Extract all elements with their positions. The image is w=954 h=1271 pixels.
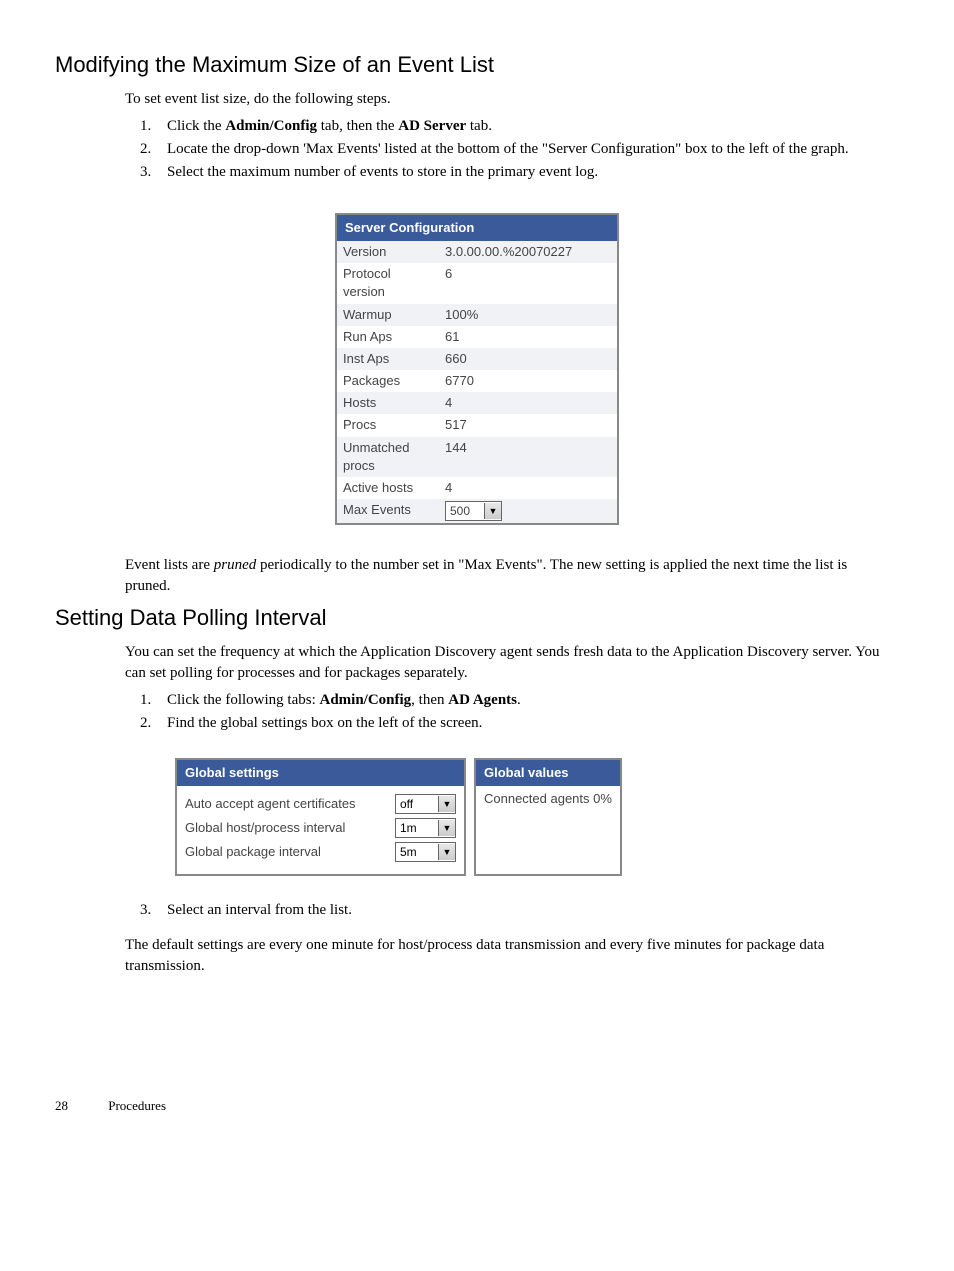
row-value: 61 bbox=[439, 326, 618, 348]
intro-text: To set event list size, do the following… bbox=[125, 89, 889, 110]
host-process-interval-dropdown[interactable]: 1m ▼ bbox=[395, 818, 456, 838]
steps-list-1: Click the Admin/Config tab, then the AD … bbox=[125, 116, 889, 183]
max-events-label: Max Events bbox=[336, 499, 439, 524]
row-value: 4 bbox=[439, 477, 618, 499]
steps-list-2: Click the following tabs: Admin/Config, … bbox=[125, 690, 889, 734]
panel-header: Global values bbox=[476, 760, 620, 786]
auto-accept-dropdown[interactable]: off ▼ bbox=[395, 794, 456, 814]
page-footer: 28 Procedures bbox=[55, 1097, 899, 1115]
chevron-down-icon[interactable]: ▼ bbox=[484, 503, 501, 519]
step-2b: Find the global settings box on the left… bbox=[155, 713, 889, 734]
row-value: 660 bbox=[439, 348, 618, 370]
dropdown-value: 1m bbox=[396, 820, 438, 837]
global-values-panel: Global values Connected agents 0% bbox=[474, 758, 622, 876]
page-number: 28 bbox=[55, 1097, 105, 1115]
row-label: Inst Aps bbox=[336, 348, 439, 370]
intro-text-2: You can set the frequency at which the A… bbox=[125, 642, 889, 684]
chevron-down-icon[interactable]: ▼ bbox=[438, 796, 455, 812]
setting-label: Global package interval bbox=[185, 843, 395, 861]
row-value: 4 bbox=[439, 392, 618, 414]
row-value: 100% bbox=[439, 304, 618, 326]
max-events-dropdown[interactable]: 500 ▼ bbox=[445, 501, 502, 521]
row-label: Procs bbox=[336, 414, 439, 436]
defaults-paragraph: The default settings are every one minut… bbox=[125, 935, 889, 977]
row-label: Packages bbox=[336, 370, 439, 392]
heading-modify-max-size: Modifying the Maximum Size of an Event L… bbox=[55, 50, 899, 81]
steps-list-2-cont: Select an interval from the list. bbox=[125, 900, 889, 921]
row-label: Active hosts bbox=[336, 477, 439, 499]
package-interval-dropdown[interactable]: 5m ▼ bbox=[395, 842, 456, 862]
footer-section: Procedures bbox=[108, 1098, 166, 1113]
setting-label: Global host/process interval bbox=[185, 819, 395, 837]
row-value: 3.0.00.00.%20070227 bbox=[439, 241, 618, 263]
step-3: Select the maximum number of events to s… bbox=[155, 162, 889, 183]
row-label: Unmatched procs bbox=[336, 437, 439, 477]
chevron-down-icon[interactable]: ▼ bbox=[438, 844, 455, 860]
step-2: Locate the drop-down 'Max Events' listed… bbox=[155, 139, 889, 160]
row-value: 144 bbox=[439, 437, 618, 477]
row-value: 6 bbox=[439, 263, 618, 303]
step-1b: Click the following tabs: Admin/Config, … bbox=[155, 690, 889, 711]
row-label: Run Aps bbox=[336, 326, 439, 348]
step-1: Click the Admin/Config tab, then the AD … bbox=[155, 116, 889, 137]
heading-polling-interval: Setting Data Polling Interval bbox=[55, 603, 899, 634]
panel-header: Server Configuration bbox=[336, 214, 618, 241]
max-events-value: 500 bbox=[446, 503, 484, 520]
connected-agents-value: 0% bbox=[593, 791, 612, 806]
row-label: Warmup bbox=[336, 304, 439, 326]
panel-header: Global settings bbox=[177, 760, 464, 786]
pruned-paragraph: Event lists are pruned periodically to t… bbox=[125, 555, 889, 597]
dropdown-value: off bbox=[396, 796, 438, 813]
global-settings-panel: Global settings Auto accept agent certif… bbox=[175, 758, 466, 876]
server-configuration-panel: Server Configuration Version3.0.00.00.%2… bbox=[335, 213, 619, 525]
connected-agents-label: Connected agents bbox=[484, 791, 590, 806]
row-label: Protocol version bbox=[336, 263, 439, 303]
row-label: Version bbox=[336, 241, 439, 263]
chevron-down-icon[interactable]: ▼ bbox=[438, 820, 455, 836]
row-value: 6770 bbox=[439, 370, 618, 392]
step-3b: Select an interval from the list. bbox=[155, 900, 889, 921]
row-value: 517 bbox=[439, 414, 618, 436]
setting-label: Auto accept agent certificates bbox=[185, 795, 395, 813]
dropdown-value: 5m bbox=[396, 844, 438, 861]
row-label: Hosts bbox=[336, 392, 439, 414]
